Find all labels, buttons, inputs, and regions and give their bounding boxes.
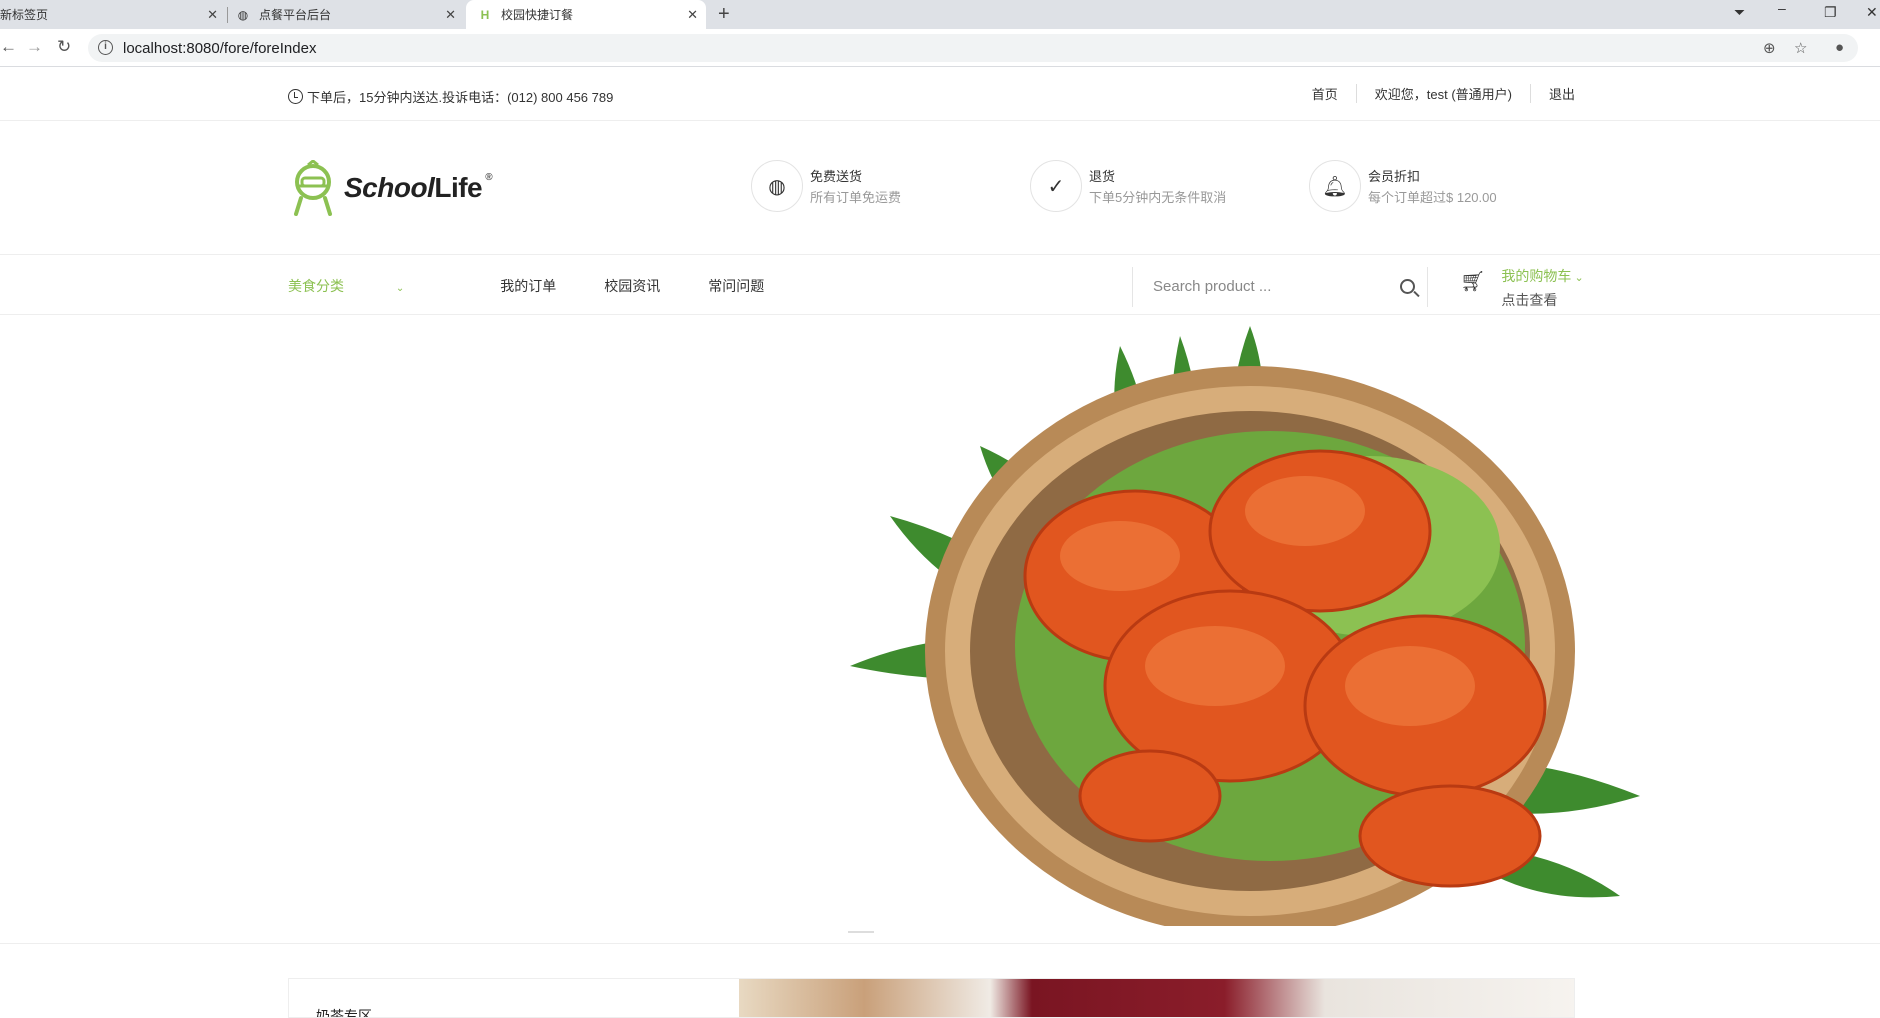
info-icon[interactable]: i — [98, 40, 113, 55]
milk-tea-section: 奶茶专区 — [288, 978, 1575, 1018]
logo-mascot-icon — [294, 160, 332, 216]
bell-icon: 🔔︎ — [1309, 160, 1361, 212]
main-nav: 美食分类 ⌄ 我的订单 校园资讯 常问问题 — [288, 276, 812, 296]
url-text: localhost:8080/fore/foreIndex — [123, 40, 317, 57]
globe-icon: ◍ — [237, 7, 249, 22]
cart-icon: 🛒︎ — [1460, 271, 1486, 293]
bookmark-star-icon[interactable]: ☆ — [1794, 39, 1807, 57]
profile-icon[interactable]: ● — [1835, 39, 1844, 56]
restore-icon[interactable]: ❐ — [1824, 4, 1837, 21]
tab-divider — [227, 7, 228, 23]
feature-title: 免费送货 — [810, 169, 863, 184]
crab-basket-image — [850, 326, 1640, 926]
tab-search-icon[interactable]: ⏷ — [1734, 4, 1745, 21]
feature-subtitle: 所有订单免运费 — [810, 190, 902, 205]
tab-title: 点餐平台后台 — [259, 8, 332, 22]
globe-icon: ◍ — [751, 160, 803, 212]
browser-tab[interactable]: 新标签页 ✕ — [0, 0, 226, 29]
nav-campus-news[interactable]: 校园资讯 — [604, 276, 660, 296]
cart-widget[interactable]: 🛒︎ 我的购物车 ⌄ 点击查看 — [1460, 266, 1584, 310]
site-logo[interactable]: SchoolLife ® — [288, 160, 492, 216]
back-icon[interactable]: ← — [0, 37, 17, 57]
forward-icon[interactable]: → — [26, 37, 43, 57]
feature-title: 会员折扣 — [1368, 169, 1421, 184]
feature-returns: ✓ 退货 下单5分钟内无条件取消 — [1030, 160, 1226, 212]
zoom-icon[interactable]: ⊕ — [1763, 39, 1776, 57]
search-input[interactable]: Search product ... — [1153, 278, 1271, 295]
feature-title: 退货 — [1089, 169, 1116, 184]
welcome-user-link[interactable]: 欢迎您，test (普通用户) — [1357, 84, 1531, 103]
browser-tabbar: 新标签页 ✕ ◍ 点餐平台后台 ✕ H 校园快捷订餐 ✕ + ⏷ – ❐ ✕ — [0, 0, 1880, 29]
tab-title: 新标签页 — [0, 8, 49, 22]
minimize-icon[interactable]: – — [1778, 0, 1786, 16]
logo-text: SchoolLife ® — [344, 172, 492, 203]
clock-icon — [288, 89, 303, 104]
chevron-down-icon: ⌄ — [1571, 272, 1584, 284]
carousel-indicator[interactable] — [848, 931, 874, 933]
top-info-bar: 下单后，15分钟内送达.投诉电话：(012) 800 456 789 首页 欢迎… — [0, 67, 1880, 121]
notice-text: 下单后，15分钟内送达.投诉电话：(012) 800 456 789 — [307, 90, 614, 105]
reload-icon[interactable]: ↻ — [57, 37, 71, 57]
close-icon[interactable]: ✕ — [687, 7, 698, 23]
site-header: SchoolLife ® ◍ 免费送货 所有订单免运费 ✓ 退货 下单5分钟内无条… — [0, 122, 1880, 255]
browser-tab[interactable]: ◍ 点餐平台后台 ✕ — [236, 0, 464, 29]
address-bar[interactable]: i localhost:8080/fore/foreIndex ⊕ ☆ ● — [88, 34, 1858, 62]
home-link[interactable]: 首页 — [1294, 84, 1357, 103]
nav-food-categories[interactable]: 美食分类 ⌄ — [288, 276, 452, 296]
close-icon[interactable]: ✕ — [207, 7, 218, 23]
feature-member-discount: 🔔︎ 会员折扣 每个订单超过$ 120.00 — [1309, 160, 1497, 212]
feature-subtitle: 每个订单超过$ 120.00 — [1368, 190, 1497, 205]
site-favicon-icon: H — [480, 7, 490, 22]
delivery-notice: 下单后，15分钟内送达.投诉电话：(012) 800 456 789 — [288, 87, 613, 106]
close-icon[interactable]: ✕ — [445, 7, 456, 23]
browser-toolbar: ← → ↻ i localhost:8080/fore/foreIndex ⊕ … — [0, 29, 1880, 67]
tab-title: 校园快捷订餐 — [501, 8, 574, 22]
chevron-down-icon: ⌄ — [395, 283, 405, 294]
feature-free-shipping: ◍ 免费送货 所有订单免运费 — [751, 160, 901, 212]
window-close-icon[interactable]: ✕ — [1866, 4, 1878, 21]
logout-link[interactable]: 退出 — [1531, 84, 1575, 103]
new-tab-icon[interactable]: + — [718, 3, 730, 26]
section-banner-image[interactable] — [739, 979, 1574, 1017]
search-box: Search product ... — [1132, 267, 1428, 307]
hero-banner[interactable] — [0, 316, 1880, 944]
nav-my-orders[interactable]: 我的订单 — [500, 276, 556, 296]
cart-subtitle[interactable]: 点击查看 — [1501, 290, 1583, 310]
top-links: 首页 欢迎您，test (普通用户) 退出 — [1294, 84, 1575, 103]
main-navbar: 美食分类 ⌄ 我的订单 校园资讯 常问问题 Search product ...… — [0, 255, 1880, 315]
section-title: 奶茶专区 — [316, 1008, 372, 1018]
search-icon[interactable] — [1400, 279, 1415, 294]
check-circle-icon: ✓ — [1030, 160, 1082, 212]
feature-subtitle: 下单5分钟内无条件取消 — [1089, 190, 1227, 205]
nav-faq[interactable]: 常问问题 — [708, 276, 764, 296]
browser-tab-active[interactable]: H 校园快捷订餐 ✕ — [466, 0, 706, 29]
cart-title[interactable]: 我的购物车 ⌄ — [1501, 266, 1583, 286]
